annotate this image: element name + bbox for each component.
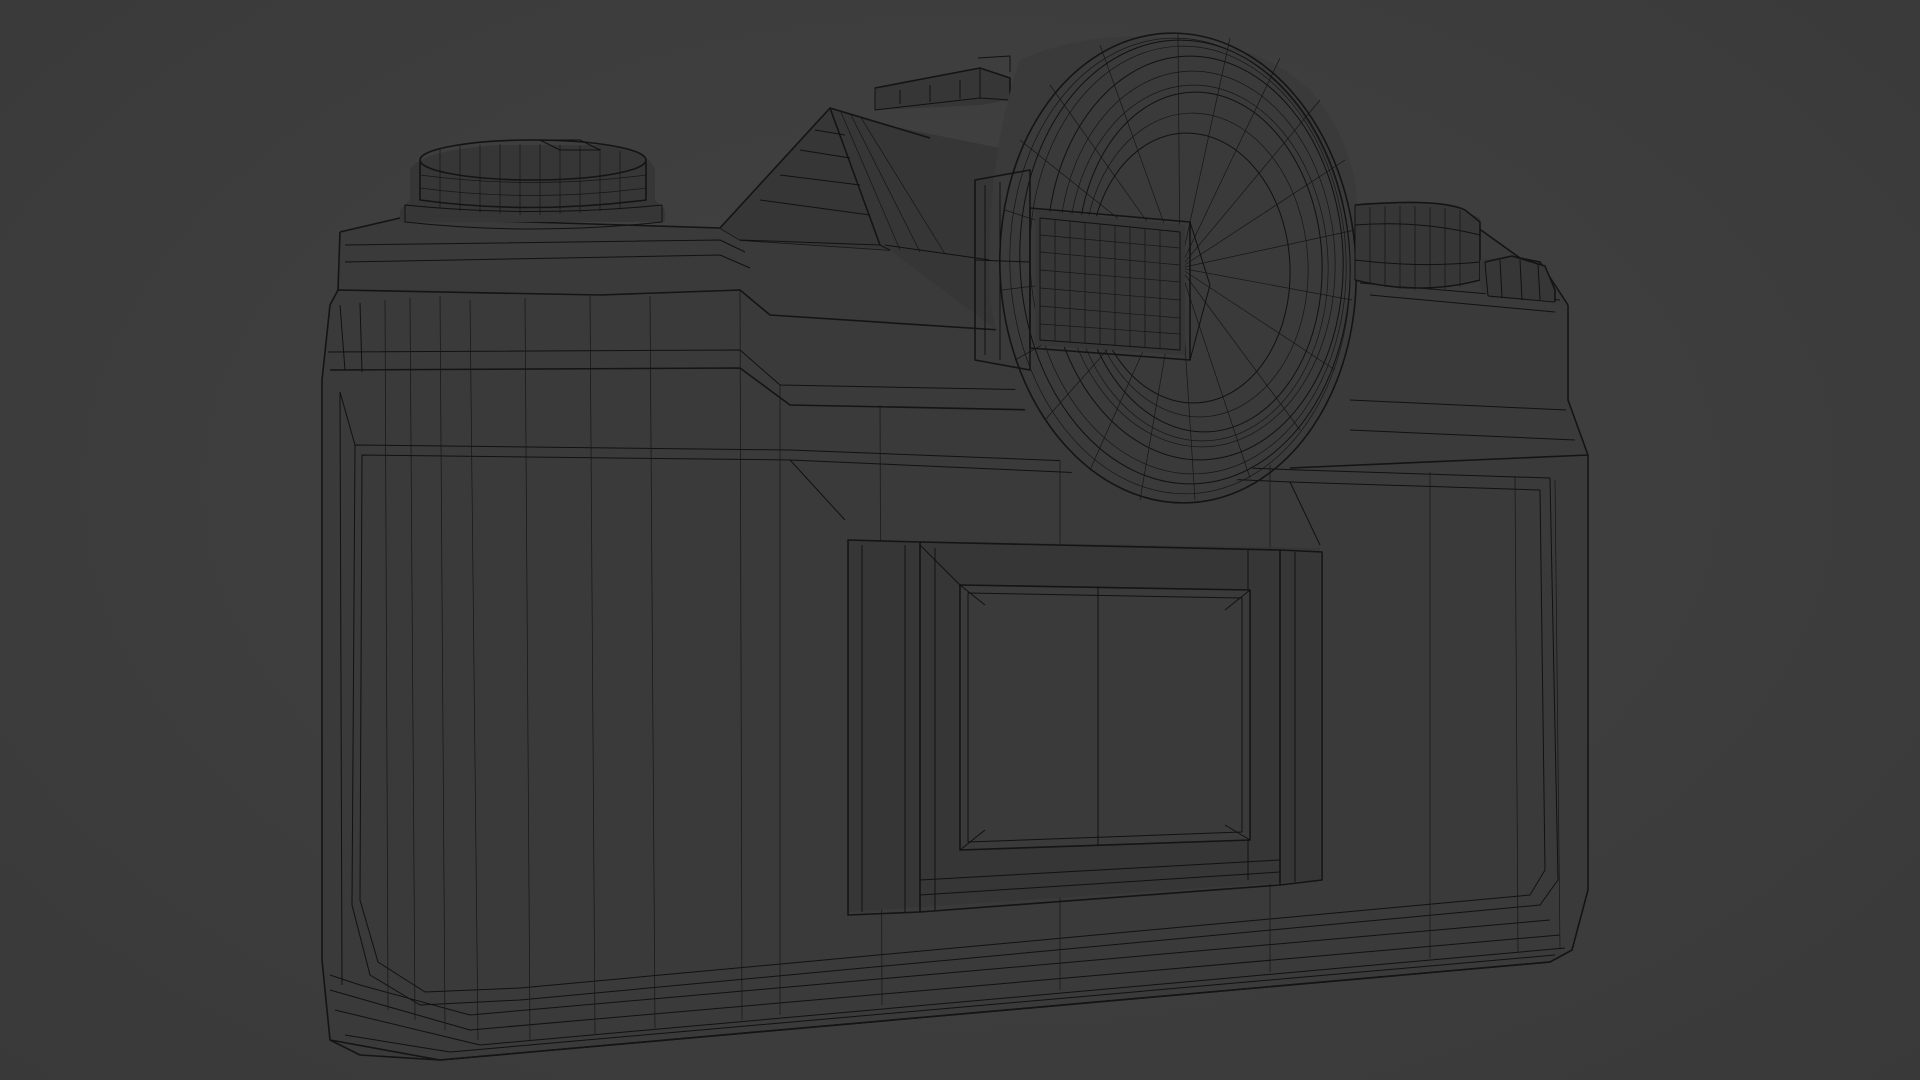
3d-viewport[interactable] bbox=[0, 0, 1920, 1080]
advance-lever bbox=[1480, 255, 1556, 303]
film-window bbox=[959, 584, 1251, 851]
rewind-knob bbox=[400, 139, 665, 230]
camera-wireframe-render bbox=[321, 32, 1589, 1061]
hot-shoe bbox=[874, 55, 1011, 111]
shutter-dial bbox=[1354, 201, 1481, 290]
